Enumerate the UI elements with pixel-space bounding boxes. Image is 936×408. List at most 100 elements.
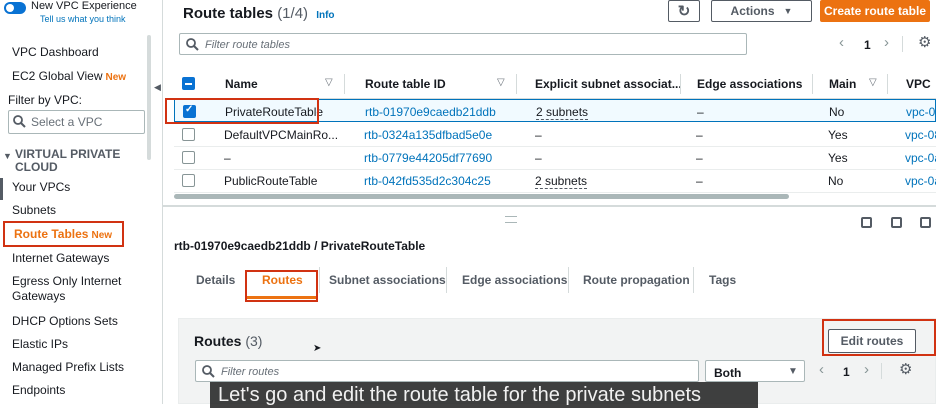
sort-icon[interactable]: ▽ <box>325 77 333 88</box>
cell-name: PublicRouteTable <box>224 174 318 188</box>
tab-details[interactable]: Details <box>196 273 235 287</box>
column-divider[interactable] <box>680 74 681 94</box>
cell-route-table-id[interactable]: rtb-0324a135dfbad5e0e <box>364 128 492 142</box>
cell-subnets: – <box>535 128 542 142</box>
column-header-main[interactable]: Main <box>829 77 856 91</box>
sidebar-item-prefix-lists[interactable]: Managed Prefix Lists <box>12 360 124 374</box>
sidebar-item-dhcp[interactable]: DHCP Options Sets <box>12 314 118 328</box>
refresh-button[interactable]: ↻ <box>668 0 700 22</box>
mouse-cursor-icon: ➤ <box>313 343 322 354</box>
selection-count: (1/4) <box>277 5 309 22</box>
cell-subnets[interactable]: 2 subnets <box>536 105 589 120</box>
column-divider[interactable] <box>812 74 813 94</box>
table-row[interactable]: DefaultVPCMainRo... rtb-0324a135dfbad5e0… <box>174 123 936 147</box>
settings-gear-icon[interactable]: ⚙ <box>899 360 912 378</box>
prev-page-icon[interactable]: ‹ <box>819 361 824 378</box>
route-type-select[interactable]: Both ▼ <box>705 360 805 382</box>
row-checkbox[interactable] <box>182 151 195 164</box>
select-vpc-dropdown[interactable]: Select a VPC <box>8 110 145 134</box>
page-title-text: Route tables <box>183 5 274 22</box>
new-badge: New <box>105 72 127 83</box>
sidebar-item-endpoints[interactable]: Endpoints <box>12 383 65 397</box>
cell-route-table-id[interactable]: rtb-042fd535d2c304c25 <box>364 174 491 188</box>
refresh-icon: ↻ <box>677 3 691 20</box>
cell-vpc[interactable]: vpc-08 <box>905 128 936 142</box>
cell-main: Yes <box>828 128 848 142</box>
filter-routes-input[interactable]: Filter routes <box>195 360 699 382</box>
split-divider[interactable] <box>162 205 936 207</box>
cell-subnets[interactable]: 2 subnets <box>535 174 588 189</box>
active-indicator <box>0 178 3 200</box>
sidebar-item-egress-only-cont[interactable]: Gateways <box>12 289 65 303</box>
row-checkbox[interactable] <box>182 128 195 141</box>
tab-route-propagation[interactable]: Route propagation <box>583 273 690 287</box>
sort-icon[interactable]: ▽ <box>869 77 877 88</box>
caret-down-icon[interactable]: ▼ <box>3 151 12 161</box>
cell-edge: – <box>696 151 703 165</box>
new-experience-toggle[interactable] <box>4 2 26 14</box>
row-checkbox[interactable] <box>182 174 195 187</box>
prev-page-icon[interactable]: ‹ <box>839 34 844 51</box>
cell-route-table-id[interactable]: rtb-01970e9caedb21ddb <box>365 105 496 119</box>
split-bottom-icon[interactable] <box>861 217 872 228</box>
column-divider[interactable] <box>516 74 517 94</box>
sidebar-item-your-vpcs[interactable]: Your VPCs <box>12 180 70 194</box>
sidebar-item-vpc-dashboard[interactable]: VPC Dashboard <box>12 45 99 59</box>
split-full-icon[interactable] <box>920 217 931 228</box>
feedback-link[interactable]: Tell us what you think <box>40 14 126 24</box>
highlight-box <box>165 98 319 124</box>
column-divider[interactable] <box>344 74 345 94</box>
sidebar-scrollbar[interactable] <box>147 35 151 160</box>
cell-vpc[interactable]: vpc-0a <box>906 105 936 119</box>
split-side-icon[interactable] <box>891 217 902 228</box>
collapse-sidebar-icon[interactable]: ◀ <box>154 82 161 93</box>
sidebar-item-route-tables[interactable]: Route Tables New <box>14 227 112 241</box>
drag-handle-icon[interactable] <box>505 216 517 223</box>
select-all-checkbox[interactable] <box>182 77 195 90</box>
next-page-icon[interactable]: › <box>864 361 869 378</box>
column-header-name[interactable]: Name <box>225 77 258 91</box>
filter-route-tables-input[interactable]: Filter route tables <box>179 33 747 55</box>
cell-name: DefaultVPCMainRo... <box>224 128 339 142</box>
table-row[interactable]: PublicRouteTable rtb-042fd535d2c304c25 2… <box>174 169 936 193</box>
cell-vpc[interactable]: vpc-0a <box>905 151 936 165</box>
routes-count: (3) <box>245 333 263 349</box>
caret-down-icon: ▼ <box>788 366 798 377</box>
tab-edge-associations[interactable]: Edge associations <box>462 273 567 287</box>
cell-name: – <box>224 151 231 165</box>
cell-vpc[interactable]: vpc-0a <box>905 174 936 188</box>
sort-icon[interactable]: ▽ <box>497 77 505 88</box>
sidebar-item-egress-only[interactable]: Egress Only Internet <box>12 274 121 288</box>
page-number[interactable]: 1 <box>843 365 850 379</box>
column-header-vpc[interactable]: VPC <box>906 77 931 91</box>
sidebar-item-subnets[interactable]: Subnets <box>12 203 56 217</box>
page-title: Route tables (1/4) Info <box>183 5 335 22</box>
tab-tags[interactable]: Tags <box>709 273 736 287</box>
create-route-table-button[interactable]: Create route table <box>820 0 930 22</box>
page-number[interactable]: 1 <box>864 38 871 52</box>
tab-divider <box>319 267 320 293</box>
sidebar-item-internet-gateways[interactable]: Internet Gateways <box>12 251 109 265</box>
select-vpc-placeholder: Select a VPC <box>31 115 103 129</box>
tab-divider <box>693 267 694 293</box>
sidebar-item-elastic-ips[interactable]: Elastic IPs <box>12 337 68 351</box>
section-title: VIRTUAL PRIVATE <box>15 147 121 161</box>
cell-main: No <box>829 105 845 119</box>
next-page-icon[interactable]: › <box>884 34 889 51</box>
column-header-route-table-id[interactable]: Route table ID <box>365 77 446 91</box>
actions-button[interactable]: Actions ▼ <box>711 0 812 22</box>
table-row[interactable]: – rtb-0779e44205df77690 – – Yes vpc-0a <box>174 146 936 170</box>
column-header-explicit-subnet[interactable]: Explicit subnet associat... <box>535 77 682 91</box>
table-horizontal-scrollbar[interactable] <box>174 194 789 199</box>
new-badge: New <box>91 230 113 241</box>
search-icon <box>202 365 215 378</box>
filter-by-vpc-label: Filter by VPC: <box>8 93 83 107</box>
settings-gear-icon[interactable]: ⚙ <box>918 33 931 51</box>
sidebar-item-ec2-global-view[interactable]: EC2 Global View New <box>12 69 126 83</box>
cell-route-table-id[interactable]: rtb-0779e44205df77690 <box>364 151 492 165</box>
cell-main: No <box>828 174 844 188</box>
column-header-edge[interactable]: Edge associations <box>697 77 802 91</box>
column-divider[interactable] <box>887 74 888 94</box>
info-link[interactable]: Info <box>316 10 334 21</box>
tab-subnet-associations[interactable]: Subnet associations <box>329 273 446 287</box>
